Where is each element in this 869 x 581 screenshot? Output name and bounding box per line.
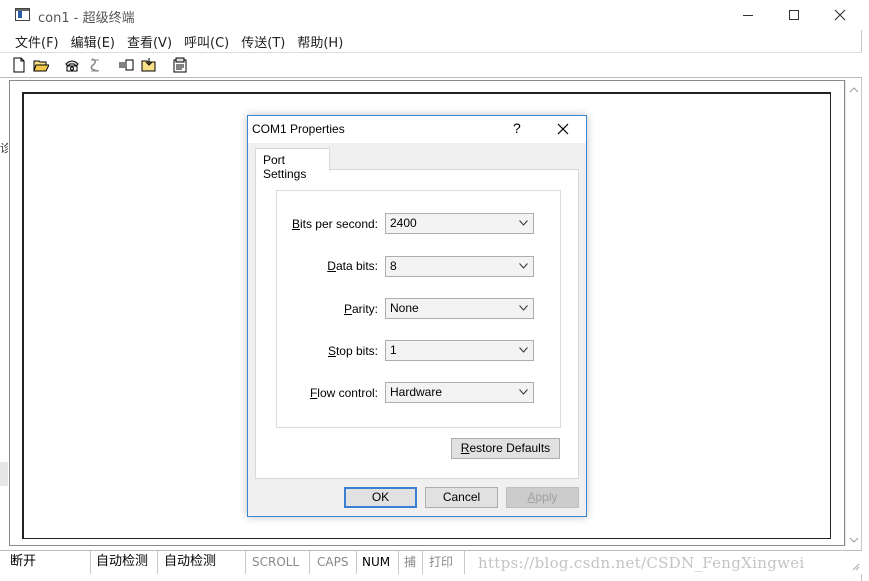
close-window-button[interactable] — [817, 0, 863, 30]
cancel-button[interactable]: Cancel — [425, 487, 498, 508]
call-phone-icon — [65, 60, 79, 72]
window-title: con1 - 超级终端 — [38, 11, 135, 26]
dialog-title-bar: COM1 Properties ? — [248, 116, 586, 143]
tab-port-settings[interactable]: Port Settings — [255, 148, 330, 181]
status-scroll: SCROLL — [250, 551, 310, 574]
properties-button[interactable] — [170, 56, 190, 74]
chevron-down-icon — [519, 305, 528, 311]
stop-bits-value: 1 — [390, 343, 397, 357]
menu-file[interactable]: 文件(F) — [9, 30, 65, 51]
disconnect-button[interactable] — [85, 56, 105, 74]
bits-per-second-value: 2400 — [390, 216, 417, 230]
send-file-icon — [119, 59, 134, 71]
receive-file-icon — [141, 58, 156, 72]
parity-label: Parity: — [343, 302, 378, 316]
menu-help[interactable]: 帮助(H) — [291, 30, 349, 51]
maximize-icon — [789, 10, 799, 20]
apply-button[interactable]: Apply — [506, 487, 579, 508]
close-icon — [557, 123, 569, 135]
data-bits-label: Data bits: — [327, 259, 378, 273]
com1-properties-dialog: COM1 Properties ? Port Settings Bits per… — [247, 115, 587, 517]
ok-button[interactable]: OK — [344, 487, 417, 508]
chevron-down-icon — [519, 389, 528, 395]
status-print: 打印 — [427, 551, 465, 574]
tab-label: Port Settings — [263, 153, 307, 181]
maximize-button[interactable] — [771, 0, 817, 30]
new-document-icon — [13, 57, 25, 73]
help-button[interactable]: ? — [513, 120, 521, 136]
disconnect-icon — [90, 58, 99, 72]
bits-per-second-select[interactable]: 2400 — [385, 213, 534, 234]
menu-edit[interactable]: 编辑(E) — [65, 30, 121, 51]
dialog-title: COM1 Properties — [252, 122, 345, 136]
flow-control-label: Flow control: — [309, 386, 378, 400]
chevron-down-icon — [519, 263, 528, 269]
flow-control-select[interactable]: Hardware — [385, 382, 534, 403]
port-settings-panel: Bits per second: 2400 Data bits: 8 Parit… — [255, 169, 579, 479]
background-window-strip — [0, 462, 8, 486]
terminal-app-icon — [15, 8, 30, 21]
stop-bits-label: Stop bits: — [327, 344, 378, 358]
call-button[interactable] — [62, 56, 82, 74]
open-button[interactable] — [31, 56, 51, 74]
background-window-fragment: 诊 — [0, 143, 8, 155]
status-capture: 捕 — [402, 551, 423, 574]
resize-grip-icon[interactable] — [850, 561, 860, 571]
new-button[interactable] — [9, 56, 29, 74]
open-folder-icon — [33, 60, 49, 72]
menu-bar: 文件(F) 编辑(E) 查看(V) 呼叫(C) 传送(T) 帮助(H) — [0, 30, 862, 51]
port-settings-group: Bits per second: 2400 Data bits: 8 Parit… — [276, 190, 561, 428]
scroll-up-icon[interactable] — [849, 85, 859, 95]
dialog-close-button[interactable] — [552, 118, 574, 140]
status-detect-2: 自动检测 — [162, 551, 246, 574]
status-connection: 断开 — [8, 551, 91, 574]
data-bits-select[interactable]: 8 — [385, 256, 534, 277]
stop-bits-select[interactable]: 1 — [385, 340, 534, 361]
status-num: NUM — [360, 551, 399, 574]
bits-per-second-label: Bits per second: — [291, 217, 378, 231]
status-bar: 断开 自动检测 自动检测 SCROLL CAPS NUM 捕 打印 https:… — [0, 550, 862, 574]
watermark-text: https://blog.csdn.net/CSDN_FengXingwei — [478, 554, 805, 572]
parity-value: None — [390, 301, 419, 315]
scroll-down-icon[interactable] — [849, 535, 859, 545]
minimize-button[interactable] — [725, 0, 771, 30]
send-button[interactable] — [116, 56, 136, 74]
data-bits-value: 8 — [390, 259, 397, 273]
properties-icon — [173, 57, 187, 73]
menu-call[interactable]: 呼叫(C) — [178, 30, 235, 51]
parity-select[interactable]: None — [385, 298, 534, 319]
close-icon — [834, 9, 846, 21]
minimize-icon — [743, 14, 753, 16]
status-detect-1: 自动检测 — [94, 551, 158, 574]
menu-transfer[interactable]: 传送(T) — [235, 30, 291, 51]
title-bar: con1 - 超级终端 — [0, 0, 862, 30]
restore-defaults-button[interactable]: Restore Defaults — [451, 438, 560, 459]
chevron-down-icon — [519, 220, 528, 226]
vertical-scrollbar[interactable] — [845, 80, 861, 546]
status-caps: CAPS — [315, 551, 357, 574]
toolbar — [0, 52, 862, 78]
menu-view[interactable]: 查看(V) — [121, 30, 178, 51]
flow-control-value: Hardware — [390, 385, 443, 399]
receive-button[interactable] — [139, 56, 159, 74]
chevron-down-icon — [519, 347, 528, 353]
